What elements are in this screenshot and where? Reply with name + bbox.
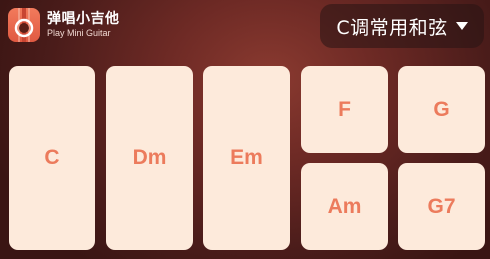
app-header: 弹唱小吉他 Play Mini Guitar xyxy=(8,8,120,42)
chord-button-g[interactable]: G xyxy=(398,66,485,153)
chord-button-g7[interactable]: G7 xyxy=(398,163,485,250)
app-subtitle: Play Mini Guitar xyxy=(47,28,111,38)
caret-down-icon xyxy=(455,22,468,30)
chord-button-dm[interactable]: Dm xyxy=(106,66,193,250)
chord-label: F xyxy=(338,97,351,121)
key-selector-dropdown[interactable]: C调常用和弦 xyxy=(320,4,484,48)
chord-button-c[interactable]: C xyxy=(9,66,95,250)
key-selector-label: C调常用和弦 xyxy=(336,16,448,39)
app-title-block: 弹唱小吉他 Play Mini Guitar xyxy=(47,11,120,39)
chord-label: Dm xyxy=(132,146,167,169)
chord-label: Am xyxy=(327,194,362,218)
chord-label: C xyxy=(44,146,60,169)
chord-button-am[interactable]: Am xyxy=(301,163,388,250)
chord-button-em[interactable]: Em xyxy=(203,66,290,250)
chord-label: G7 xyxy=(427,194,456,218)
chord-label: Em xyxy=(230,146,263,169)
chord-button-f[interactable]: F xyxy=(301,66,388,153)
app-title: 弹唱小吉他 xyxy=(47,11,120,27)
chord-label: G xyxy=(433,97,450,121)
guitar-icon xyxy=(8,8,40,42)
